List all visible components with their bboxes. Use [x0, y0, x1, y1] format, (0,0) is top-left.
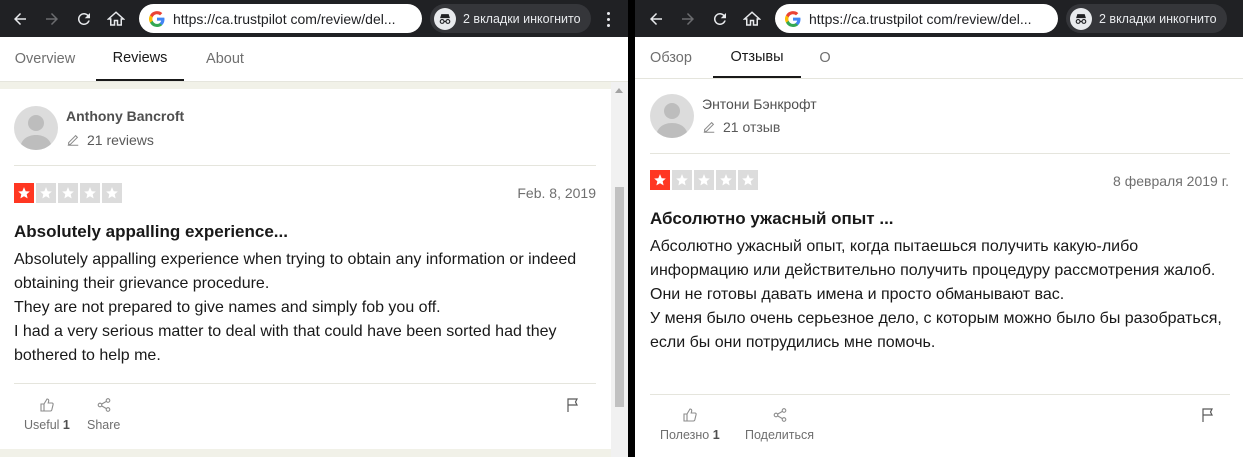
star-icon	[672, 170, 692, 190]
browser-toolbar: https://ca.trustpilot com/review/del... …	[0, 0, 628, 37]
tab-about[interactable]: О	[819, 37, 831, 78]
back-icon[interactable]	[8, 7, 32, 31]
share-button[interactable]: Поделиться	[745, 407, 814, 442]
share-label: Поделиться	[745, 428, 815, 442]
tab-reviews[interactable]: Отзывы	[713, 37, 801, 78]
reviews-count-text: 21 отзыв	[723, 119, 781, 135]
useful-count: 1	[712, 428, 720, 442]
divider	[650, 394, 1230, 395]
star-icon	[80, 183, 100, 203]
review-date: 8 февраля 2019 г.	[1113, 173, 1229, 189]
review-paragraph: They are not prepared to give names and …	[14, 299, 441, 316]
incognito-icon	[1070, 7, 1092, 30]
review-paragraph: У меня было очень серьезное дело, с кото…	[650, 310, 1222, 351]
review-date: Feb. 8, 2019	[517, 185, 596, 201]
review-title[interactable]: Абсолютно ужасный опыт ...	[650, 209, 894, 229]
company-tabs: Overview Reviews About	[0, 37, 628, 82]
reviewer-name[interactable]: Anthony Bancroft	[66, 108, 184, 124]
divider	[650, 153, 1230, 154]
review-body: Absolutely appalling experience when try…	[14, 248, 594, 368]
section-separator	[0, 82, 628, 89]
review-title[interactable]: Absolutely appalling experience...	[14, 222, 288, 242]
reviews-count-text: 21 reviews	[87, 132, 154, 148]
pencil-icon	[67, 134, 79, 146]
star-rating	[14, 183, 122, 203]
google-icon	[149, 10, 165, 27]
tab-about[interactable]: About	[204, 37, 246, 81]
home-icon[interactable]	[740, 7, 764, 31]
browser-toolbar: https://ca.trustpilot com/review/del... …	[635, 0, 1243, 37]
back-icon[interactable]	[644, 7, 668, 31]
share-icon	[773, 408, 786, 422]
pencil-icon	[703, 121, 715, 133]
reviewer-name[interactable]: Энтони Бэнкрофт	[702, 96, 817, 112]
reviews-count: 21 reviews	[66, 132, 154, 148]
review-paragraph: Absolutely appalling experience when try…	[14, 251, 577, 292]
browser-window-russian: https://ca.trustpilot com/review/del... …	[635, 0, 1243, 457]
avatar	[650, 94, 694, 138]
browser-window-english: https://ca.trustpilot com/review/del... …	[0, 0, 628, 457]
divider	[14, 383, 596, 384]
incognito-icon	[434, 7, 456, 30]
incognito-indicator[interactable]: 2 вкладки инкогнито	[1066, 4, 1227, 33]
tab-overview[interactable]: Overview	[14, 37, 76, 81]
thumbs-up-icon	[40, 398, 54, 412]
star-rating	[650, 170, 758, 190]
more-menu-icon[interactable]	[600, 8, 616, 30]
forward-icon[interactable]	[676, 7, 700, 31]
flag-icon[interactable]	[565, 397, 581, 413]
divider	[14, 165, 596, 166]
google-icon	[785, 10, 801, 27]
home-icon[interactable]	[104, 7, 128, 31]
scrollbar[interactable]	[611, 82, 628, 457]
address-bar[interactable]: https://ca.trustpilot com/review/del...	[775, 4, 1058, 33]
incognito-indicator[interactable]: 2 вкладки инкогнито	[430, 4, 591, 33]
star-icon	[716, 170, 736, 190]
forward-icon[interactable]	[40, 7, 64, 31]
reload-icon[interactable]	[72, 7, 96, 31]
tab-overview[interactable]: Обзор	[649, 37, 693, 78]
star-icon	[694, 170, 714, 190]
useful-button[interactable]: Useful 1	[24, 397, 70, 432]
reload-icon[interactable]	[708, 7, 732, 31]
star-icon	[738, 170, 758, 190]
review-paragraph: I had a very serious matter to deal with…	[14, 323, 557, 364]
thumbs-up-icon	[683, 408, 697, 422]
star-icon	[58, 183, 78, 203]
share-button[interactable]: Share	[87, 397, 120, 432]
useful-label: Useful	[24, 418, 60, 432]
star-icon	[36, 183, 56, 203]
incognito-label: 2 вкладки инкогнито	[463, 11, 581, 26]
share-label: Share	[87, 418, 121, 432]
scroll-up-arrow-icon[interactable]	[615, 88, 623, 93]
section-separator	[0, 449, 628, 457]
incognito-label: 2 вкладки инкогнито	[1099, 11, 1217, 26]
flag-icon[interactable]	[1200, 407, 1216, 423]
star-icon	[650, 170, 670, 190]
tab-reviews[interactable]: Reviews	[96, 37, 184, 81]
reviews-count: 21 отзыв	[702, 119, 780, 135]
url-text: https://ca.trustpilot com/review/del...	[809, 10, 1032, 27]
avatar	[14, 106, 58, 150]
company-tabs: Обзор Отзывы О	[635, 37, 1243, 79]
review-body: Абсолютно ужасный опыт, когда пытаешься …	[650, 235, 1230, 355]
review-paragraph: Абсолютно ужасный опыт, когда пытаешься …	[650, 238, 1216, 279]
star-icon	[102, 183, 122, 203]
useful-button[interactable]: Полезно 1	[660, 407, 720, 442]
useful-count: 1	[62, 418, 70, 432]
star-icon	[14, 183, 34, 203]
useful-label: Полезно	[660, 428, 710, 442]
address-bar[interactable]: https://ca.trustpilot com/review/del...	[139, 4, 422, 33]
share-icon	[97, 398, 111, 412]
review-paragraph: Они не готовы давать имена и просто обма…	[650, 286, 1065, 303]
scroll-thumb[interactable]	[615, 187, 624, 407]
url-text: https://ca.trustpilot com/review/del...	[173, 10, 396, 27]
